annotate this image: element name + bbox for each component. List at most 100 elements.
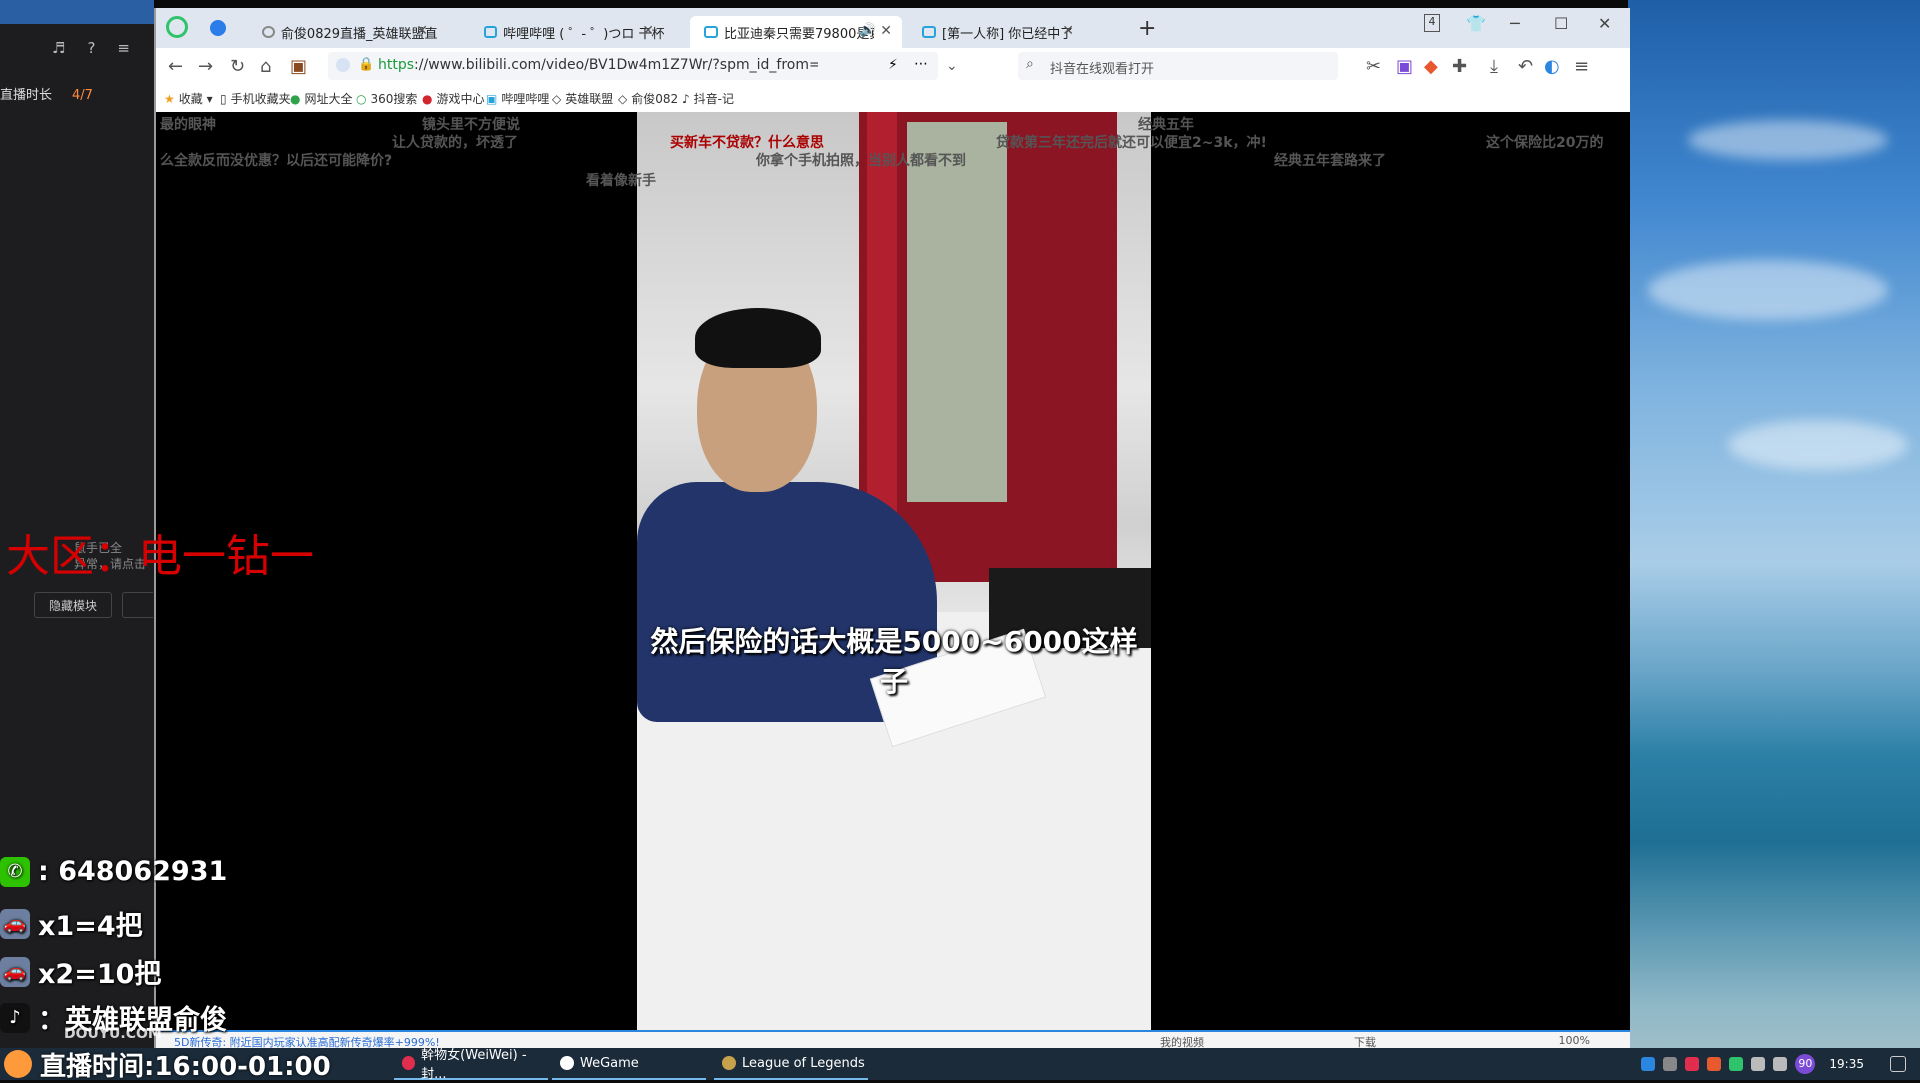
danmaku: 这个保险比20万的 [1486, 135, 1604, 151]
extensions-icon[interactable]: ✚ [1452, 56, 1467, 77]
video-player[interactable]: 然后保险的话大概是5000~6000这样子 最的眼神 镜头里不方便说 让人贷款的… [156, 112, 1630, 1030]
close-window-button[interactable]: ✕ [1598, 14, 1611, 33]
browser-status-bar: 5D新传奇: 附近国内玩家认准高配新传奇爆率+999%! 我的视频 下载 100… [156, 1030, 1630, 1050]
notification-badge[interactable]: 90 [1795, 1054, 1816, 1074]
clock[interactable]: 19:35 [1829, 1057, 1864, 1071]
window-view [907, 122, 1007, 502]
tab-count-badge[interactable]: 4 [1424, 14, 1440, 32]
maximize-button[interactable]: ☐ [1554, 14, 1568, 33]
lol-icon: ◇ [618, 92, 628, 106]
search-input[interactable]: ⌕ 抖音在线观看打开 [1018, 52, 1338, 80]
tray-app-icon[interactable] [1663, 1057, 1678, 1071]
netease-music-icon [402, 1056, 416, 1070]
tab-video-other[interactable]: [第一人称] 你已经中了我的幻 ✕ [908, 16, 1084, 48]
tiktok-icon: ♪ [682, 92, 690, 106]
briefcase-icon[interactable]: ▣ [290, 56, 307, 77]
star-icon: ★ [164, 92, 175, 106]
tray-game-icon[interactable] [1707, 1057, 1722, 1071]
price-text: x1=4把 [38, 911, 143, 942]
side-panel-extra-button[interactable] [122, 592, 153, 618]
url-text[interactable]: https://www.bilibili.com/video/BV1Dw4m1Z… [378, 57, 818, 73]
browser-logo-icon[interactable] [166, 16, 188, 38]
volume-icon[interactable] [1773, 1057, 1788, 1071]
bookmark-item[interactable]: ● 网址大全 [290, 90, 353, 107]
menu-icon[interactable]: ≡ [117, 39, 130, 57]
search-icon: ⌕ [1026, 56, 1034, 72]
bilibili-icon [484, 26, 498, 38]
danmaku: 镜头里不方便说 [422, 117, 520, 133]
action-center-icon[interactable] [1890, 1056, 1906, 1072]
close-icon[interactable]: ✕ [1062, 23, 1074, 39]
home-icon[interactable]: ⌂ [260, 56, 271, 77]
lol-icon: ◇ [552, 92, 562, 106]
bookmark-label: 抖音-记 [693, 92, 735, 106]
bookmark-label: 手机收藏夹 [230, 92, 291, 106]
tray-wechat-icon[interactable] [1729, 1057, 1744, 1071]
skin-icon[interactable]: 👕 [1466, 14, 1486, 33]
danmaku: 买新车不贷款？什么意思 [670, 135, 824, 151]
speaker-icon[interactable]: 🔊 [860, 23, 876, 38]
close-icon[interactable]: ✕ [416, 23, 428, 39]
zoom-level[interactable]: 100% [1559, 1034, 1590, 1047]
headset-icon[interactable]: ♬ [52, 39, 65, 57]
person-hair [695, 308, 821, 368]
bookmark-item[interactable]: ♪ 抖音-记 [682, 90, 734, 107]
bookmark-label: 俞俊082 [631, 92, 679, 106]
undo-icon[interactable]: ↶ [1518, 56, 1533, 77]
translate-icon[interactable]: ▣ [1396, 56, 1413, 77]
phone-icon: ▯ [220, 92, 227, 106]
globe-icon: ● [290, 92, 301, 106]
tab-label: 比亚迪秦只需要79800是真 [724, 26, 874, 42]
bookmark-label: 网址大全 [304, 92, 353, 106]
bookmark-item[interactable]: ○ 360搜索 [356, 90, 417, 107]
tab-bilibili-home[interactable]: 哔哩哔哩 ( ゜- ゜)つロ 干杯~- ✕ [470, 16, 664, 48]
bilibili-icon: ▣ [486, 92, 498, 106]
search-360-icon: ○ [356, 92, 367, 106]
bookmark-item[interactable]: ◇ 英雄联盟 [552, 90, 613, 107]
taskbar-item-lol[interactable]: League of Legends [714, 1048, 868, 1080]
danmaku: 么全款反而没优惠？以后还可能降价? [160, 153, 393, 169]
bookmark-item[interactable]: ◇ 俞俊082 [618, 90, 678, 107]
bookmark-item[interactable]: ▯ 手机收藏夹 [220, 90, 291, 107]
download-icon[interactable]: ⤓ [1490, 56, 1498, 77]
scissors-icon[interactable]: ✂ [1366, 56, 1381, 77]
danmaku: 经典五年 [1138, 117, 1194, 133]
lol-icon [262, 26, 275, 38]
chevron-down-icon[interactable]: ⌄ [946, 58, 958, 74]
tab-douyu[interactable]: 俞俊0829直播_英雄联盟直播_ ✕ [248, 16, 438, 48]
network-icon[interactable] [1751, 1057, 1766, 1071]
telegram-icon[interactable] [210, 20, 226, 36]
site-info-icon[interactable] [336, 58, 350, 72]
tab-video-active[interactable]: 比亚迪秦只需要79800是真 🔊 ✕ [690, 16, 902, 48]
lightning-icon[interactable]: ⚡ [888, 57, 898, 73]
more-icon[interactable]: ⋯ [914, 56, 928, 72]
bookmark-item[interactable]: ● 游戏中心 [422, 90, 485, 107]
side-panel-toolbar: ♬ ? ≡ [0, 30, 154, 66]
bookmark-label: 收藏 [178, 92, 203, 106]
game-icon[interactable]: ◆ [1424, 56, 1438, 77]
forward-icon[interactable]: → [198, 56, 213, 77]
taskbar-item-music[interactable]: 幹物女(WeiWei) - 封... [394, 1048, 548, 1082]
bookmark-item[interactable]: ★ 收藏 ▾ [164, 90, 213, 107]
price-overlay-1: 🚗 x1=4把 [0, 904, 143, 943]
danmaku: 让人贷款的，坏透了 [392, 135, 518, 151]
close-icon[interactable]: ✕ [880, 23, 892, 39]
side-panel-header [0, 0, 154, 24]
close-icon[interactable]: ✕ [642, 23, 654, 39]
lol-icon [722, 1056, 736, 1070]
edge-icon[interactable]: ◐ [1544, 56, 1560, 77]
taskbar-label: League of Legends [742, 1055, 865, 1071]
bookmark-item[interactable]: ▣ 哔哩哔哩 [486, 90, 549, 107]
qq-icon[interactable] [1641, 1057, 1656, 1071]
minimize-button[interactable]: ─ [1510, 14, 1520, 33]
help-icon[interactable]: ? [87, 39, 95, 57]
new-tab-button[interactable]: + [1138, 16, 1156, 41]
reload-icon[interactable]: ↻ [230, 56, 245, 77]
browser-menu-icon[interactable]: ≡ [1574, 56, 1589, 77]
taskbar-item-wegame[interactable]: WeGame [552, 1048, 706, 1080]
back-icon[interactable]: ← [168, 56, 183, 77]
bookmark-label: 英雄联盟 [565, 92, 614, 106]
hide-module-button[interactable]: 隐藏模块 [34, 592, 112, 618]
address-bar[interactable]: 🔒 https://www.bilibili.com/video/BV1Dw4m… [328, 52, 938, 80]
tray-music-icon[interactable] [1685, 1057, 1700, 1071]
